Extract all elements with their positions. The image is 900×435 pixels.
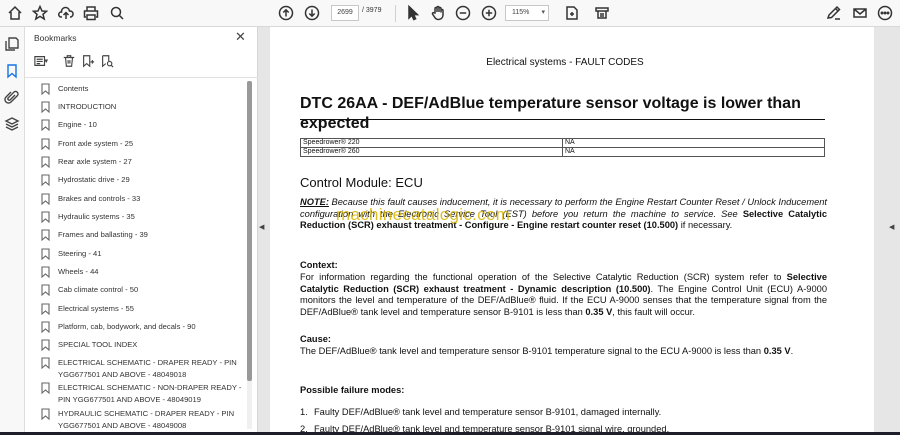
collapse-panel-arrow-icon[interactable]: ◀ <box>259 223 264 231</box>
page-header: Electrical systems - FAULT CODES <box>486 57 644 68</box>
bookmark-icon <box>41 303 50 316</box>
bookmark-icon <box>41 408 50 421</box>
print-icon[interactable] <box>81 3 101 23</box>
page-total-label: / 3979 <box>362 7 382 14</box>
left-nav-rail <box>0 27 25 435</box>
context-paragraph: For information regarding the functional… <box>300 272 827 317</box>
panel-title: Bookmarks <box>34 33 77 43</box>
select-cursor-icon[interactable] <box>403 3 423 23</box>
upload-icon[interactable] <box>56 3 76 23</box>
bookmark-icon <box>41 101 50 114</box>
toolbar-divider <box>395 5 396 22</box>
bookmark-icon <box>41 119 50 132</box>
bookmark-icon <box>41 266 50 279</box>
table-row: Speedrower® 260 NA <box>300 147 825 157</box>
bookmark-icon <box>41 248 50 261</box>
bookmark-list: Contents INTRODUCTION Engine - 10 Front … <box>25 79 247 435</box>
dtc-title: DTC 26AA - DEF/AdBlue temperature sensor… <box>300 95 801 132</box>
page-number-input[interactable]: 2699 <box>331 5 359 21</box>
zoom-search-icon[interactable] <box>107 3 127 23</box>
bookmark-icon <box>41 284 50 297</box>
failure-modes-heading: Possible failure modes: <box>300 385 405 395</box>
scrollbar-thumb[interactable] <box>247 81 252 381</box>
context-heading: Context: <box>300 260 338 270</box>
bookmark-icon <box>41 156 50 169</box>
table-row: Speedrower® 220 NA <box>300 138 825 148</box>
bookmarks-panel: Bookmarks ✕ Contents INTRODUCTION Engine… <box>25 27 258 435</box>
bookmark-icon <box>41 229 50 242</box>
pdf-page: Electrical systems - FAULT CODES DTC 26A… <box>270 27 874 435</box>
control-module-heading: Control Module: ECU <box>300 175 423 190</box>
page-up-icon[interactable] <box>276 3 296 23</box>
home-icon[interactable] <box>5 3 25 23</box>
cause-paragraph: The DEF/AdBlue® tank level and temperatu… <box>300 346 794 356</box>
zoom-out-icon[interactable] <box>453 3 473 23</box>
bookmark-icon <box>41 321 50 334</box>
sign-pen-icon[interactable] <box>824 3 844 23</box>
bookmark-icon <box>41 357 50 370</box>
hand-tool-icon[interactable] <box>428 3 448 23</box>
scroll-mode-icon[interactable] <box>592 3 612 23</box>
page-fit-icon[interactable] <box>562 3 582 23</box>
bookmark-scrollbar[interactable] <box>247 81 252 429</box>
bookmark-icon <box>41 83 50 96</box>
more-icon[interactable] <box>875 3 895 23</box>
page-thumbnails-icon[interactable] <box>4 36 20 52</box>
document-viewport: Electrical systems - FAULT CODES DTC 26A… <box>268 27 880 435</box>
expand-right-panel-arrow-icon[interactable]: ◀ <box>889 223 894 231</box>
page-down-icon[interactable] <box>302 3 322 23</box>
main-toolbar: 2699 / 3979 115% ▾ <box>0 0 900 27</box>
bookmark-icon <box>41 138 50 151</box>
watermark: machinecatalogic.com <box>336 205 511 224</box>
model-table: Speedrower® 220 NA Speedrower® 260 NA <box>300 138 825 157</box>
cause-heading: Cause: <box>300 334 332 344</box>
bookmark-options-icon[interactable] <box>34 54 50 70</box>
bookmark-icon <box>41 339 50 352</box>
bookmark-icon <box>41 211 50 224</box>
zoom-in-icon[interactable] <box>479 3 499 23</box>
close-icon[interactable]: ✕ <box>235 30 246 44</box>
panel-divider <box>25 77 258 78</box>
bookmarks-icon[interactable] <box>4 63 20 79</box>
delete-icon[interactable] <box>62 54 78 70</box>
note-label: NOTE: <box>300 197 329 207</box>
find-bookmark-icon[interactable] <box>100 54 116 70</box>
zoom-level-value: 115% <box>512 9 530 16</box>
bookmark-icon <box>41 174 50 187</box>
chevron-down-icon: ▾ <box>541 9 545 16</box>
mail-icon[interactable] <box>850 3 870 23</box>
list-item: 1. Faulty DEF/AdBlue® tank level and temp… <box>300 407 662 417</box>
zoom-level-select[interactable]: 115% ▾ <box>505 5 549 21</box>
bookmark-star-icon[interactable] <box>30 3 50 23</box>
attachments-paperclip-icon[interactable] <box>4 89 20 105</box>
add-bookmark-icon[interactable] <box>81 54 97 70</box>
bookmark-icon <box>41 193 50 206</box>
title-rule <box>300 119 825 120</box>
bookmark-icon <box>41 382 50 395</box>
layers-icon[interactable] <box>4 116 20 132</box>
